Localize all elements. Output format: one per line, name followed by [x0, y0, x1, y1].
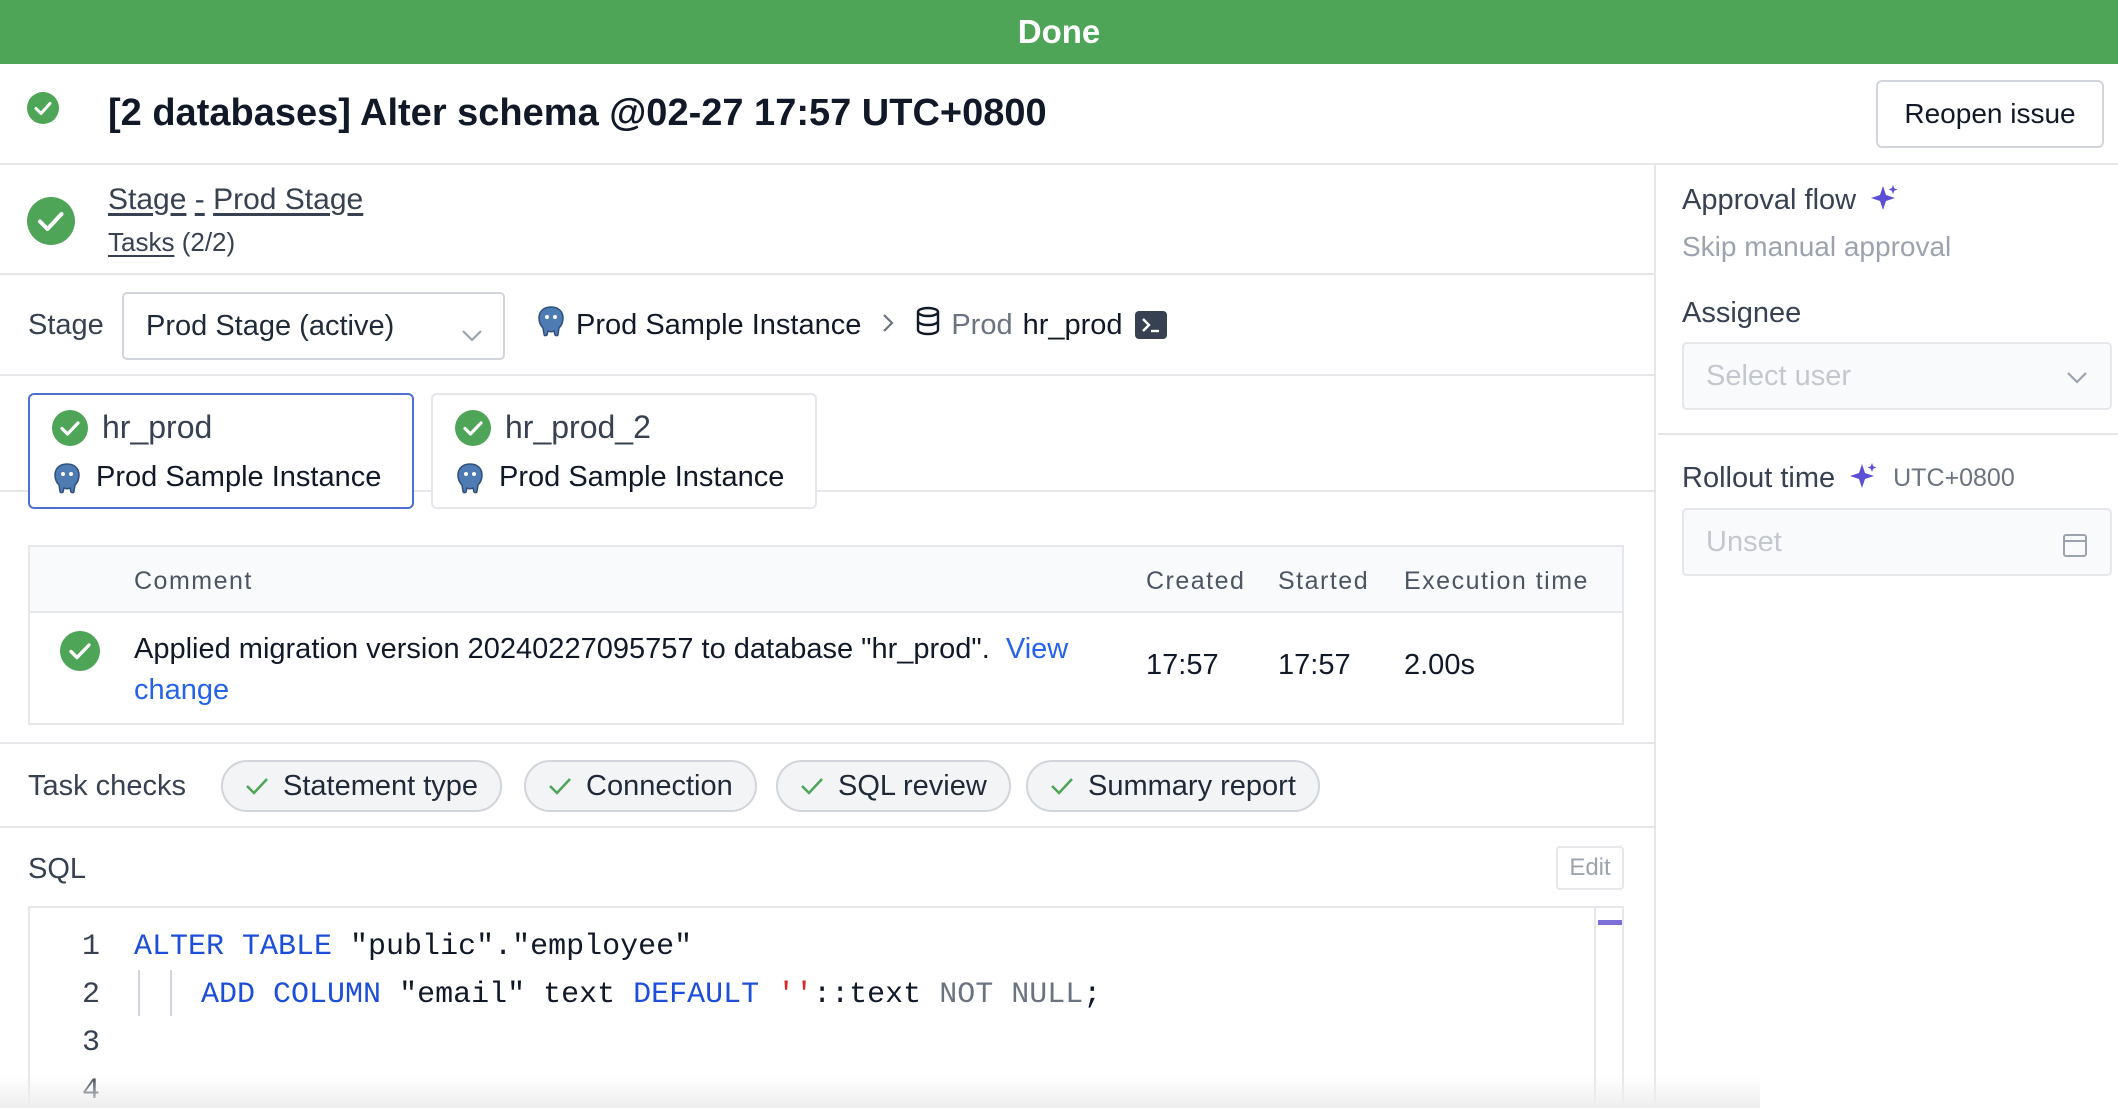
stage-word: Stage	[108, 183, 187, 216]
table-header: Comment Created Started Execution time	[30, 547, 1622, 613]
check-icon	[801, 778, 823, 795]
issue-header: [2 databases] Alter schema @02-27 17:57 …	[0, 64, 2118, 165]
check-statement-type[interactable]: Statement type	[221, 760, 503, 812]
stage-link[interactable]: Stage - Prod Stage	[108, 183, 363, 217]
task-runs-table: Comment Created Started Execution time A…	[28, 545, 1624, 725]
started-time: 17:57	[1278, 649, 1351, 681]
check-connection[interactable]: Connection	[524, 760, 757, 812]
column-execution-time: Execution time	[1404, 567, 1589, 595]
approval-flow-value: Skip manual approval	[1682, 231, 1952, 262]
editor-scroll-thumb[interactable]	[1598, 920, 1622, 925]
line-number: 2	[81, 978, 100, 1012]
stage-check-icon	[27, 197, 75, 250]
instance-name: Prod Sample Instance	[499, 461, 785, 493]
instance-breadcrumb: Prod Sample Instance Prod hr_prod	[536, 301, 1167, 349]
execution-time: 2.00s	[1404, 649, 1475, 681]
sparkle-icon	[1871, 185, 1898, 210]
sql-label: SQL	[28, 853, 87, 885]
database-icon	[915, 306, 941, 344]
check-label: Statement type	[283, 769, 479, 802]
sql-line-2: ADD COLUMN "email" text DEFAULT ''::text…	[201, 978, 1102, 1012]
chevron-down-icon	[2067, 372, 2087, 384]
chevron-right-icon	[881, 309, 895, 342]
database-card-hr-prod[interactable]: hr_prod Prod Sample Instance	[28, 393, 414, 509]
rollout-time-label: Rollout time UTC+0800	[1682, 461, 2015, 494]
main-panel: Stage - Prod Stage Tasks (2/2) Stage Pro…	[0, 165, 1656, 1108]
assignee-select[interactable]: Select user	[1682, 342, 2112, 410]
column-started: Started	[1278, 567, 1370, 595]
sql-line-1: ALTER TABLE "public"."employee"	[134, 930, 693, 964]
rollout-timezone: UTC+0800	[1893, 463, 2015, 492]
task-checks-label: Task checks	[28, 770, 186, 802]
terminal-icon[interactable]	[1134, 311, 1167, 339]
environment-label: Prod	[951, 308, 1013, 341]
postgres-icon	[457, 462, 483, 493]
created-time: 17:57	[1146, 649, 1219, 681]
approval-flow-label: Approval flow	[1682, 183, 1900, 217]
database-name: hr_prod_2	[505, 409, 651, 445]
rollout-placeholder: Unset	[1706, 525, 1782, 558]
check-label: Summary report	[1088, 769, 1296, 802]
rollout-time-input[interactable]: Unset	[1682, 508, 2112, 576]
bottom-shadow	[0, 1075, 1760, 1108]
stage-label: Stage	[28, 309, 104, 341]
line-number: 3	[81, 1026, 100, 1060]
sidebar-divider	[1658, 433, 2118, 435]
instance-link[interactable]: Prod Sample Instance	[576, 309, 861, 342]
success-check-icon	[52, 409, 88, 446]
check-summary-report[interactable]: Summary report	[1026, 760, 1320, 812]
assignee-label: Assignee	[1682, 297, 1802, 329]
stage-name: Prod Stage	[213, 183, 364, 216]
task-checks: Task checks Statement type Connection SQ…	[0, 742, 1656, 828]
tasks-link[interactable]: Tasks	[108, 227, 174, 257]
reopen-issue-button[interactable]: Reopen issue	[1876, 80, 2104, 148]
edit-sql-button[interactable]: Edit	[1556, 846, 1624, 890]
assignee-placeholder: Select user	[1706, 359, 1852, 392]
postgres-icon	[54, 462, 80, 493]
stage-select[interactable]: Prod Stage (active)	[122, 292, 505, 360]
status-text: Done	[1017, 13, 1101, 50]
status-check-icon	[27, 92, 59, 129]
check-icon	[1051, 778, 1073, 795]
database-name: hr_prod	[102, 409, 213, 445]
database-link[interactable]: hr_prod	[1023, 309, 1123, 342]
status-banner: Done	[0, 0, 2118, 64]
tasks-progress: Tasks (2/2)	[108, 227, 235, 258]
success-check-icon	[60, 631, 100, 676]
check-label: Connection	[586, 769, 733, 802]
check-label: SQL review	[838, 769, 987, 802]
stage-separator: -	[194, 183, 205, 216]
chevron-down-icon	[461, 318, 483, 351]
database-cards: hr_prod Prod Sample Instance hr_prod_2 P…	[0, 376, 1656, 509]
success-check-icon	[455, 409, 491, 446]
stage-summary: Stage - Prod Stage Tasks (2/2)	[0, 165, 1656, 275]
stage-select-value: Prod Stage (active)	[146, 309, 395, 342]
check-icon	[246, 778, 268, 795]
check-icon	[549, 778, 571, 795]
run-comment: Applied migration version 20240227095757…	[134, 629, 1134, 711]
issue-sidebar: Approval flow Skip manual approval Assig…	[1658, 165, 2118, 1108]
calendar-icon[interactable]	[2062, 532, 2088, 558]
column-created: Created	[1146, 567, 1246, 595]
postgres-icon	[536, 305, 566, 345]
stage-selector-row: Stage Prod Stage (active) Prod Sample In…	[0, 275, 1656, 376]
tasks-count: (2/2)	[181, 227, 236, 257]
line-number: 1	[81, 930, 100, 964]
database-card-hr-prod-2[interactable]: hr_prod_2 Prod Sample Instance	[431, 393, 817, 509]
check-sql-review[interactable]: SQL review	[776, 760, 1011, 812]
issue-title[interactable]: [2 databases] Alter schema @02-27 17:57 …	[108, 92, 1047, 135]
column-comment: Comment	[134, 567, 253, 595]
instance-name: Prod Sample Instance	[96, 461, 382, 493]
sparkle-icon	[1850, 463, 1877, 488]
comment-text: Applied migration version 20240227095757…	[134, 633, 990, 665]
